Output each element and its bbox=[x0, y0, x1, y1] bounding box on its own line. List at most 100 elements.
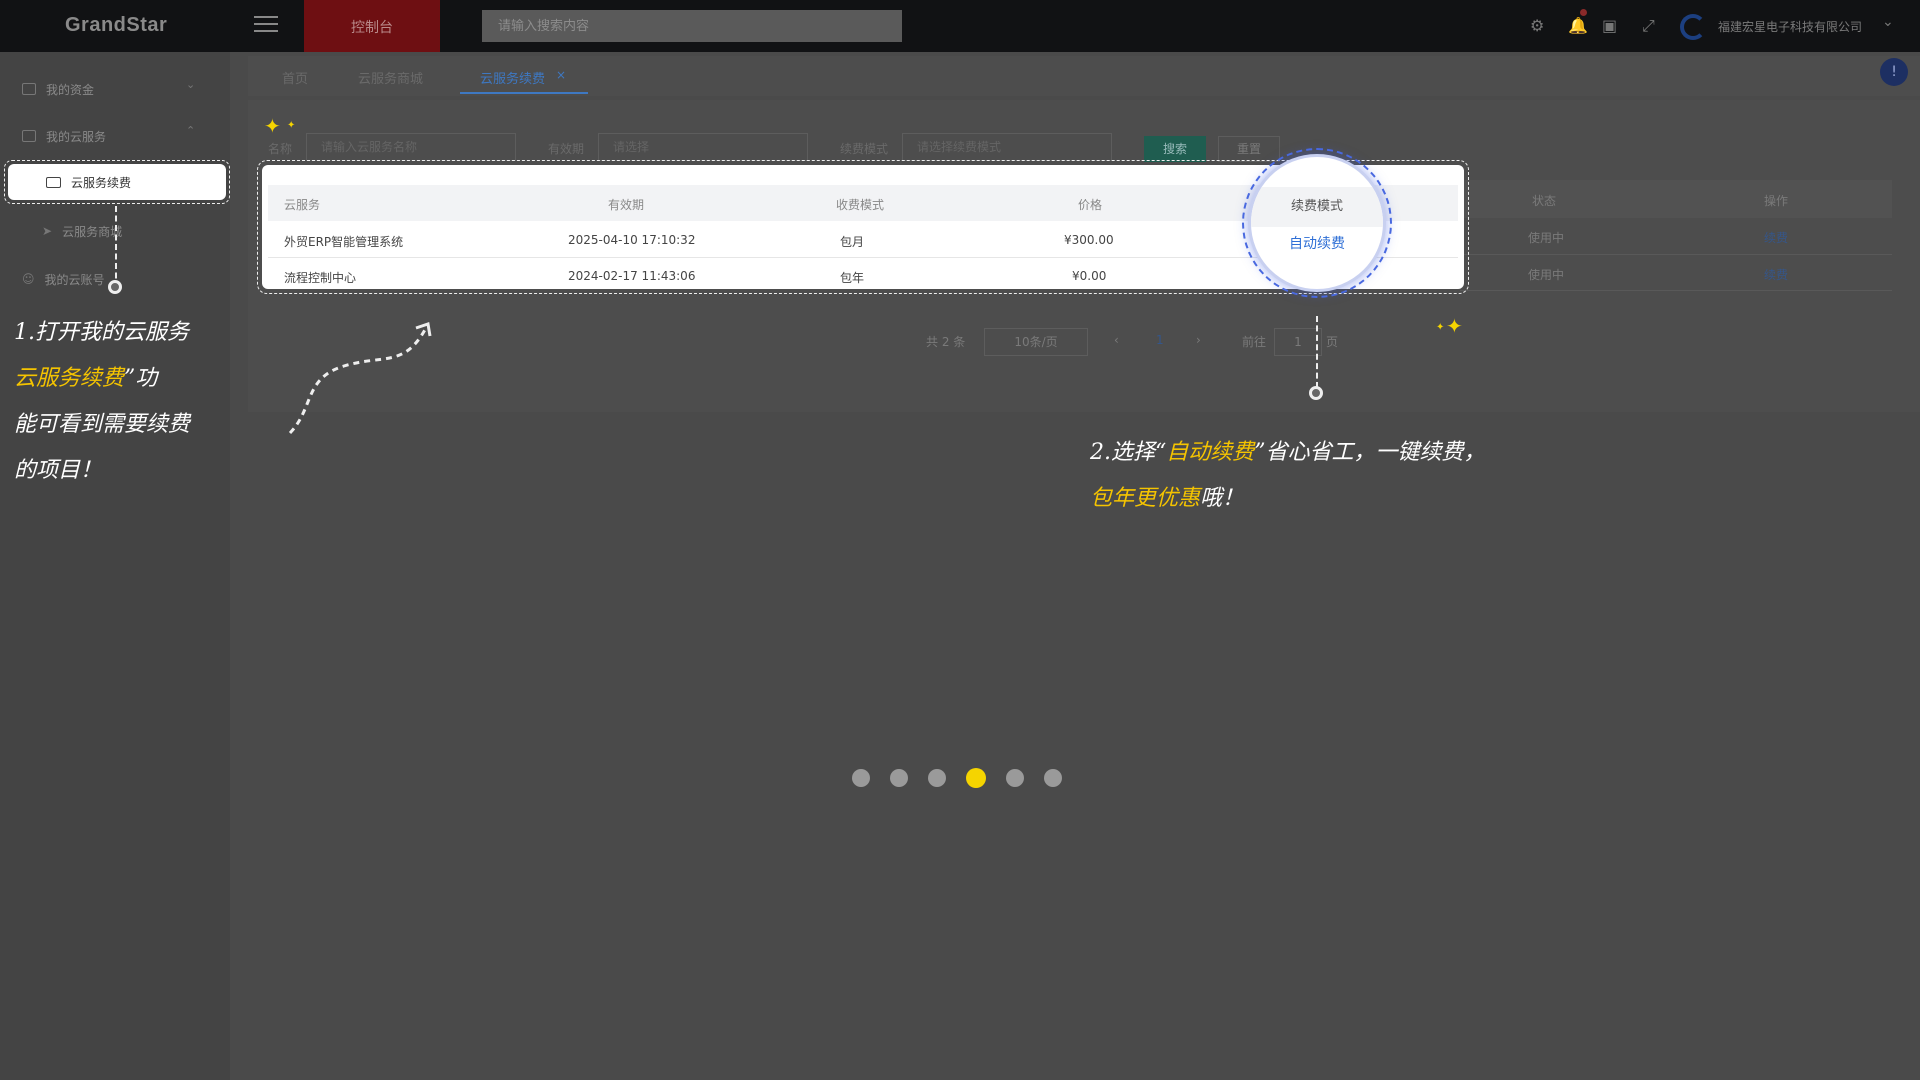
notification-badge bbox=[1580, 9, 1587, 16]
wallet-icon bbox=[22, 83, 36, 95]
step2-line1-a: 2.选择“ bbox=[1090, 440, 1167, 465]
sidebar-item-cloud-account[interactable]: ☺ 我的云账号 bbox=[22, 269, 105, 289]
carousel-dot[interactable] bbox=[890, 769, 908, 787]
carousel-dot[interactable] bbox=[966, 768, 986, 788]
renew-mode-filter-select[interactable]: 请选择续费模式 bbox=[902, 133, 1112, 161]
name-filter-label: 名称 bbox=[268, 142, 293, 156]
sidebar-item-funds[interactable]: 我的资金 bbox=[22, 79, 94, 99]
step2-line1-b: ”省心省工，一键续费， bbox=[1254, 440, 1486, 465]
chevron-down-icon[interactable]: ⌄ bbox=[1882, 14, 1894, 30]
chevron-down-icon[interactable]: ⌄ bbox=[186, 78, 195, 91]
user-icon: ☺ bbox=[22, 272, 35, 286]
console-tab[interactable]: 控制台 bbox=[304, 0, 440, 52]
bell-icon[interactable]: 🔔 bbox=[1568, 16, 1588, 35]
price-header: 价格 bbox=[1078, 198, 1103, 212]
active-tab-indicator bbox=[460, 92, 588, 94]
renew-mode-header: 续费模式 bbox=[1251, 187, 1383, 227]
charge-mode-cell: 包年 bbox=[840, 271, 865, 285]
tools-icon[interactable]: ⚙ bbox=[1530, 16, 1544, 35]
step1-line4: 的项目！ bbox=[14, 458, 103, 483]
global-search-input[interactable] bbox=[482, 10, 902, 42]
goto-page-input[interactable]: 1 bbox=[1274, 328, 1322, 356]
charge-mode-header: 收费模式 bbox=[836, 198, 885, 212]
page-size-select[interactable]: 10条/页 bbox=[984, 328, 1088, 356]
carousel-dot[interactable] bbox=[1006, 769, 1024, 787]
carousel-dot[interactable] bbox=[1044, 769, 1062, 787]
sparkle-icon: ✦ bbox=[287, 120, 296, 131]
step1-line2-rest: ”功 bbox=[124, 366, 158, 391]
tab-cloud-renewal[interactable]: 云服务续费 bbox=[480, 68, 545, 87]
carousel-dots bbox=[852, 768, 1062, 788]
service-header: 云服务 bbox=[284, 198, 321, 212]
menu-toggle-icon[interactable] bbox=[254, 16, 278, 36]
status-header: 状态 bbox=[1532, 194, 1557, 208]
step2-line1: 2.选择“自动续费”省心省工，一键续费， bbox=[1090, 430, 1610, 476]
step2-annotation: 2.选择“自动续费”省心省工，一键续费， 包年更优惠哦！ bbox=[1090, 430, 1610, 522]
carousel-dot[interactable] bbox=[928, 769, 946, 787]
app-logo[interactable]: GrandStar bbox=[65, 14, 167, 37]
service-cell: 外贸ERP智能管理系统 bbox=[284, 235, 404, 249]
sidebar-item-cloud-store[interactable]: ➤ 云服务商城 bbox=[42, 221, 122, 241]
send-icon: ➤ bbox=[42, 224, 53, 238]
tab-cloud-store[interactable]: 云服务商城 bbox=[358, 68, 423, 87]
step2-highlight-2: 包年更优惠 bbox=[1090, 486, 1201, 511]
page-unit-label: 页 bbox=[1326, 335, 1339, 349]
price-cell: ¥0.00 bbox=[1072, 269, 1107, 283]
grid-icon bbox=[22, 130, 36, 142]
connector-dot bbox=[1309, 386, 1323, 400]
validity-cell: 2024-02-17 11:43:06 bbox=[568, 269, 696, 283]
carousel-dot[interactable] bbox=[852, 769, 870, 787]
service-cell: 流程控制中心 bbox=[284, 271, 357, 285]
sparkle-icon: ✦ bbox=[264, 114, 281, 138]
connector-line bbox=[1316, 316, 1318, 388]
step2-line2-rest: 哦！ bbox=[1200, 486, 1245, 511]
chevron-up-icon[interactable]: ⌃ bbox=[186, 124, 195, 137]
step1-annotation: 1.打开我的云服务 云服务续费”功 能可看到需要续费 的项目！ bbox=[14, 310, 224, 494]
pagination-total: 共 2 条 bbox=[926, 335, 966, 349]
step2-highlight: 自动续费 bbox=[1166, 440, 1255, 465]
status-cell: 使用中 bbox=[1528, 268, 1565, 282]
sparkle-icon: ✦ bbox=[1436, 322, 1445, 333]
curved-arrow-icon bbox=[288, 322, 432, 435]
validity-cell: 2025-04-10 17:10:32 bbox=[568, 233, 696, 247]
renew-link[interactable]: 续费 bbox=[1764, 229, 1788, 246]
sidebar-item-label: 我的云账号 bbox=[44, 272, 105, 287]
charge-mode-cell: 包月 bbox=[840, 235, 865, 249]
renew-link[interactable]: 续费 bbox=[1764, 266, 1788, 283]
search-button[interactable]: 搜索 bbox=[1144, 136, 1206, 162]
sidebar-item-label: 我的云服务 bbox=[46, 129, 107, 144]
translate-icon[interactable]: ▣ bbox=[1602, 16, 1617, 35]
page-number[interactable]: 1 bbox=[1156, 333, 1164, 347]
magnifier-callout: 续费模式 自动续费 bbox=[1242, 148, 1392, 298]
price-cell: ¥300.00 bbox=[1064, 233, 1114, 247]
sidebar-item-label: 我的资金 bbox=[46, 82, 95, 97]
step1-line2: 云服务续费”功 bbox=[14, 356, 224, 402]
step1-line3: 能可看到需要续费 bbox=[14, 412, 191, 437]
validity-header: 有效期 bbox=[608, 198, 645, 212]
help-button[interactable]: ! bbox=[1880, 58, 1908, 86]
name-filter-input[interactable]: 请输入云服务名称 bbox=[306, 133, 516, 161]
goto-label: 前往 bbox=[1242, 335, 1267, 349]
action-header: 操作 bbox=[1764, 194, 1789, 208]
step1-highlight: 云服务续费 bbox=[14, 366, 125, 391]
sidebar-item-renewal-highlight[interactable]: 云服务续费 bbox=[4, 160, 230, 204]
company-logo-icon bbox=[1680, 14, 1706, 40]
company-name[interactable]: 福建宏星电子科技有限公司 bbox=[1718, 18, 1862, 35]
table-header-dim bbox=[1460, 180, 1892, 218]
connector-line bbox=[115, 206, 117, 288]
connector-dot bbox=[108, 280, 122, 294]
sidebar-item-cloud-services[interactable]: 我的云服务 bbox=[22, 126, 106, 146]
next-page-icon[interactable]: › bbox=[1196, 333, 1201, 347]
close-icon[interactable]: × bbox=[556, 68, 566, 82]
top-bar: GrandStar 控制台 ⚙ 🔔 ▣ ⤢ 福建宏星电子科技有限公司 ⌄ bbox=[0, 0, 1920, 52]
validity-filter-label: 有效期 bbox=[548, 142, 585, 156]
sidebar-item-label: 云服务商城 bbox=[62, 224, 123, 239]
sidebar-item-label: 云服务续费 bbox=[71, 175, 132, 190]
reset-button[interactable]: 重置 bbox=[1218, 136, 1280, 162]
fullscreen-icon[interactable]: ⤢ bbox=[1642, 16, 1655, 36]
tab-home[interactable]: 首页 bbox=[282, 68, 308, 87]
renew-mode-filter-label: 续费模式 bbox=[840, 142, 889, 156]
prev-page-icon[interactable]: ‹ bbox=[1114, 333, 1119, 347]
validity-filter-select[interactable]: 请选择 bbox=[598, 133, 808, 161]
auto-renew-value[interactable]: 自动续费 bbox=[1251, 233, 1383, 253]
